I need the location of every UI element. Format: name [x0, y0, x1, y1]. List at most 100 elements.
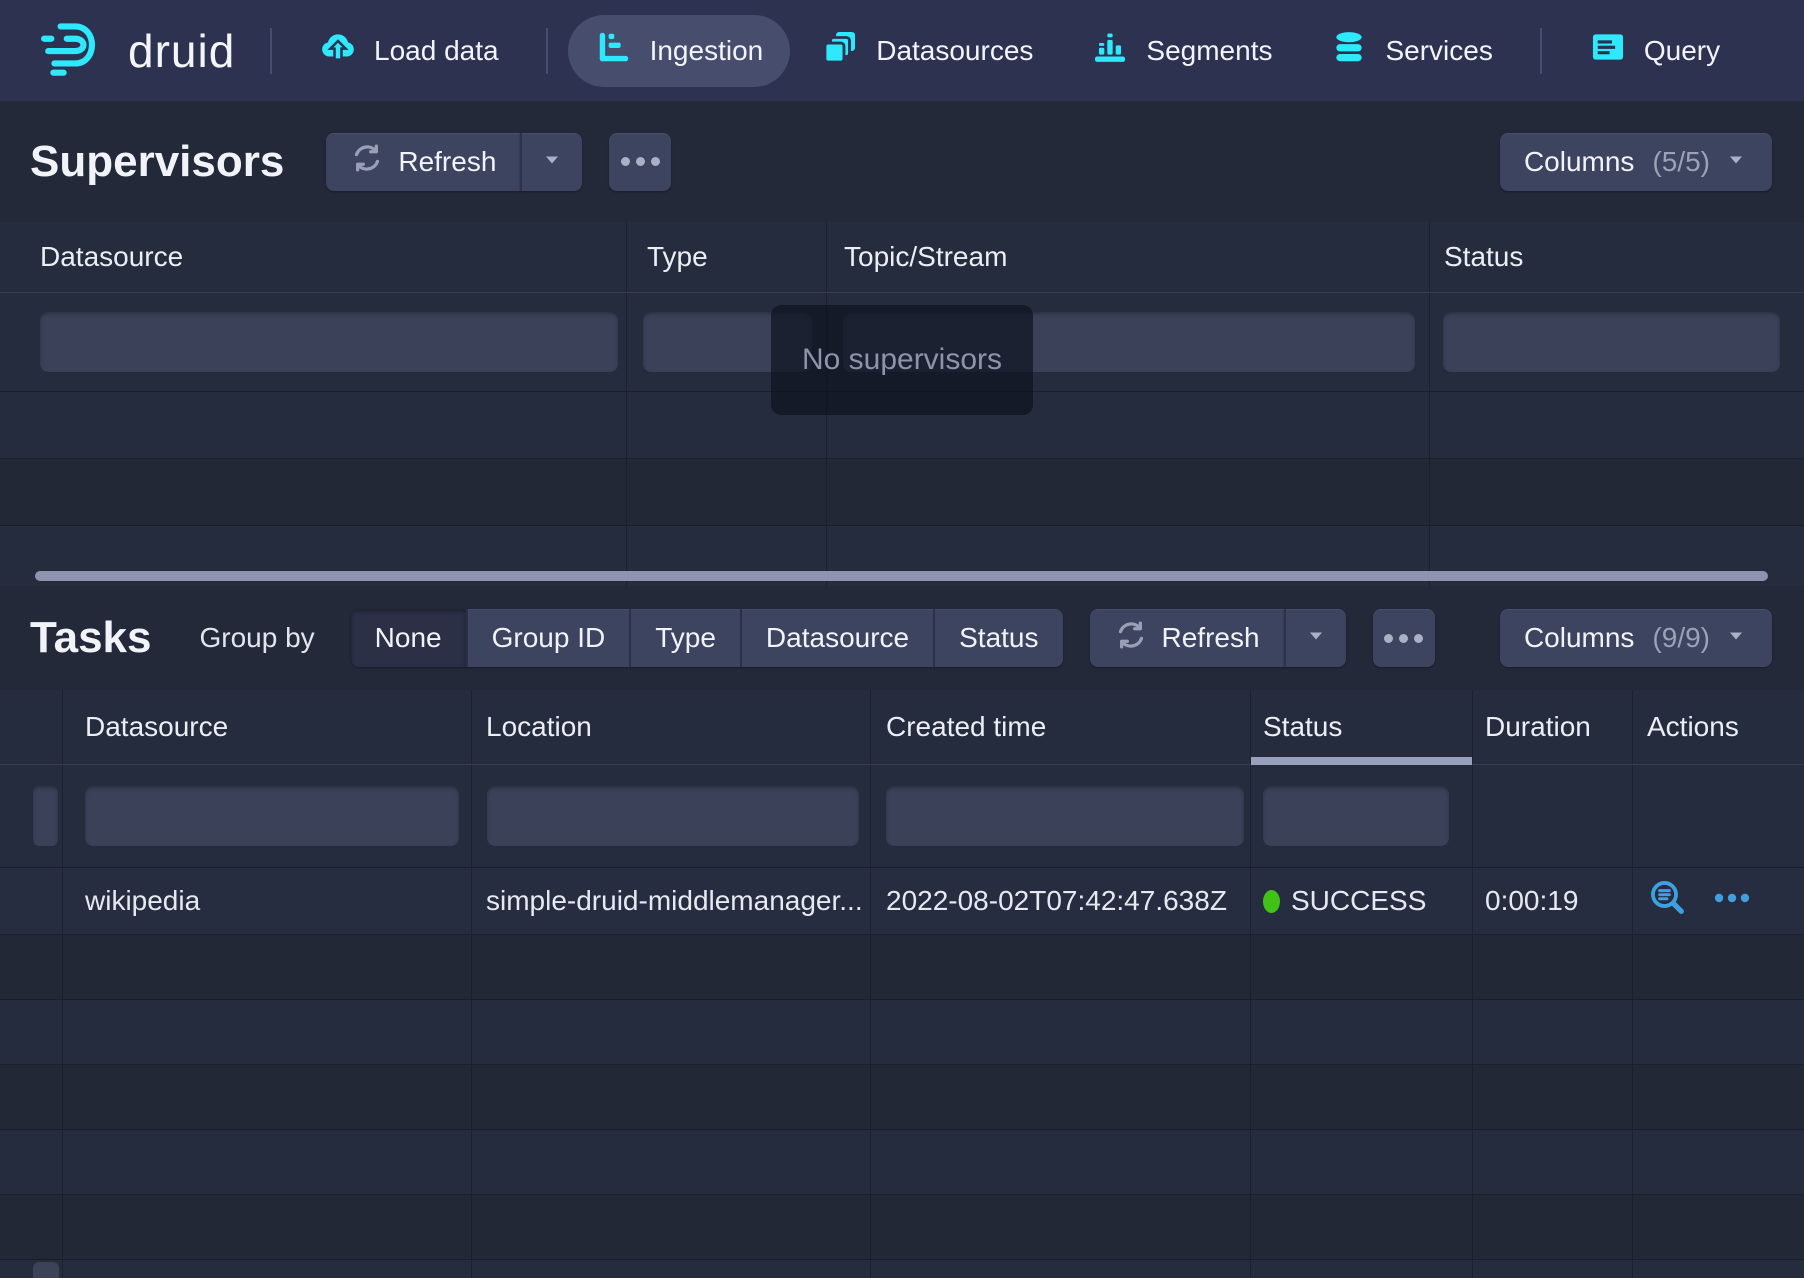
empty-row	[0, 935, 1804, 1000]
group-by-datasource-button[interactable]: Datasource	[740, 609, 933, 667]
nav-item-query[interactable]: Query	[1562, 15, 1747, 87]
task-datasource: wikipedia	[63, 868, 472, 934]
location-filter-input[interactable]	[487, 786, 859, 846]
chevron-down-icon	[1724, 622, 1748, 654]
druid-console: druid Load data Ingestio	[0, 0, 1804, 1278]
supervisors-table-header-row: Datasource Type Topic/Stream Status	[0, 222, 1804, 293]
more-icon	[1384, 634, 1423, 643]
column-header-created-time[interactable]: Created time	[871, 690, 1251, 764]
nav-item-ingestion[interactable]: Ingestion	[568, 15, 791, 87]
status-header-label: Status	[1263, 711, 1342, 743]
columns-count: (9/9)	[1652, 622, 1710, 654]
columns-label: Columns	[1524, 622, 1634, 654]
chevron-down-icon	[1304, 622, 1328, 654]
row-more-actions-icon[interactable]	[1711, 877, 1753, 926]
supervisors-header: Supervisors Refresh	[0, 101, 1804, 222]
sort-indicator	[1251, 757, 1472, 765]
group-by-type-button[interactable]: Type	[629, 609, 740, 667]
empty-row	[0, 1130, 1804, 1195]
view-logs-icon[interactable]	[1647, 877, 1689, 926]
empty-row	[0, 459, 1804, 526]
supervisors-table: Datasource Type Topic/Stream Status No s…	[0, 222, 1804, 586]
group-by-none-button[interactable]: None	[351, 609, 466, 667]
bar-chart-icon	[1091, 28, 1129, 73]
druid-logo-icon	[40, 16, 112, 85]
column-header-status-sorted[interactable]: Status	[1251, 690, 1473, 764]
chevron-down-icon	[1724, 146, 1748, 178]
tasks-header: Tasks Group by None Group ID Type Dataso…	[0, 586, 1804, 690]
nav-item-segments[interactable]: Segments	[1064, 15, 1299, 87]
datasource-filter-input[interactable]	[85, 786, 459, 846]
nav-item-services[interactable]: Services	[1303, 15, 1519, 87]
column-header-location[interactable]: Location	[472, 690, 871, 764]
tasks-refresh-dropdown[interactable]	[1284, 609, 1346, 667]
created-time-filter-input[interactable]	[886, 786, 1244, 846]
tasks-more-button[interactable]	[1373, 609, 1435, 667]
task-status: SUCCESS	[1291, 885, 1426, 917]
tasks-table: Datasource Location Created time Status …	[0, 690, 1804, 1278]
nav-divider	[546, 28, 548, 74]
task-location: simple-druid-middlemanager...	[486, 885, 863, 917]
supervisors-title: Supervisors	[30, 137, 284, 187]
database-icon	[1330, 28, 1368, 73]
nav-item-label: Segments	[1146, 35, 1272, 67]
empty-row	[0, 1195, 1804, 1260]
empty-row	[0, 1260, 1804, 1278]
status-filter-input[interactable]	[1443, 312, 1780, 372]
refresh-label: Refresh	[1162, 622, 1260, 654]
supervisors-columns-button[interactable]: Columns (5/5)	[1500, 133, 1772, 191]
chevron-down-icon	[540, 146, 564, 178]
nav-item-load-data[interactable]: Load data	[292, 15, 526, 87]
group-by-label: Group by	[200, 622, 315, 654]
column-header-status[interactable]: Status	[1430, 222, 1804, 292]
druid-logo[interactable]: druid	[40, 16, 252, 85]
refresh-label: Refresh	[398, 146, 496, 178]
collapsed-filter-input[interactable]	[33, 786, 58, 846]
group-by-group-id-button[interactable]: Group ID	[466, 609, 630, 667]
stacked-panels-icon	[821, 28, 859, 73]
tasks-table-header-row: Datasource Location Created time Status …	[0, 690, 1804, 765]
cloud-upload-icon	[319, 28, 357, 73]
no-supervisors-message: No supervisors	[771, 305, 1033, 415]
column-header-datasource[interactable]: Datasource	[63, 690, 472, 764]
task-actions	[1647, 877, 1753, 926]
columns-count: (5/5)	[1652, 146, 1710, 178]
gantt-chart-icon	[595, 28, 633, 73]
refresh-icon	[350, 141, 384, 182]
empty-row	[0, 1000, 1804, 1065]
nav-item-label: Datasources	[876, 35, 1033, 67]
bottom-scrollbar-fragment[interactable]	[33, 1262, 59, 1278]
horizontal-scrollbar[interactable]	[35, 571, 1768, 581]
top-navbar: druid Load data Ingestio	[0, 0, 1804, 101]
tasks-filter-row	[0, 765, 1804, 868]
nav-divider	[270, 28, 272, 74]
column-header-topic-stream[interactable]: Topic/Stream	[827, 222, 1430, 292]
datasource-filter-input[interactable]	[40, 312, 618, 372]
nav-item-label: Query	[1644, 35, 1720, 67]
supervisors-more-button[interactable]	[609, 133, 671, 191]
tasks-columns-button[interactable]: Columns (9/9)	[1500, 609, 1772, 667]
nav-item-datasources[interactable]: Datasources	[794, 15, 1060, 87]
column-header-datasource[interactable]: Datasource	[0, 222, 627, 292]
empty-row	[0, 1065, 1804, 1130]
console-icon	[1589, 28, 1627, 73]
nav-item-label: Load data	[374, 35, 499, 67]
column-header-collapsed[interactable]	[0, 690, 63, 764]
supervisors-refresh-button[interactable]: Refresh	[326, 133, 520, 191]
tasks-refresh-split-button: Refresh	[1090, 609, 1346, 667]
group-by-button-group: None Group ID Type Datasource Status	[351, 609, 1063, 667]
column-header-actions[interactable]: Actions	[1633, 690, 1804, 764]
tasks-refresh-button[interactable]: Refresh	[1090, 609, 1284, 667]
logo-wordmark: druid	[128, 24, 235, 78]
status-filter-input[interactable]	[1263, 786, 1449, 846]
refresh-icon	[1114, 618, 1148, 659]
group-by-status-button[interactable]: Status	[933, 609, 1062, 667]
success-dot-icon	[1263, 890, 1280, 913]
task-row-wikipedia[interactable]: wikipedia simple-druid-middlemanager... …	[0, 868, 1804, 935]
column-header-duration[interactable]: Duration	[1473, 690, 1633, 764]
more-icon	[621, 157, 660, 166]
supervisors-refresh-dropdown[interactable]	[520, 133, 582, 191]
status-badge: SUCCESS	[1263, 885, 1426, 917]
column-header-type[interactable]: Type	[627, 222, 827, 292]
supervisors-refresh-split-button: Refresh	[326, 133, 582, 191]
